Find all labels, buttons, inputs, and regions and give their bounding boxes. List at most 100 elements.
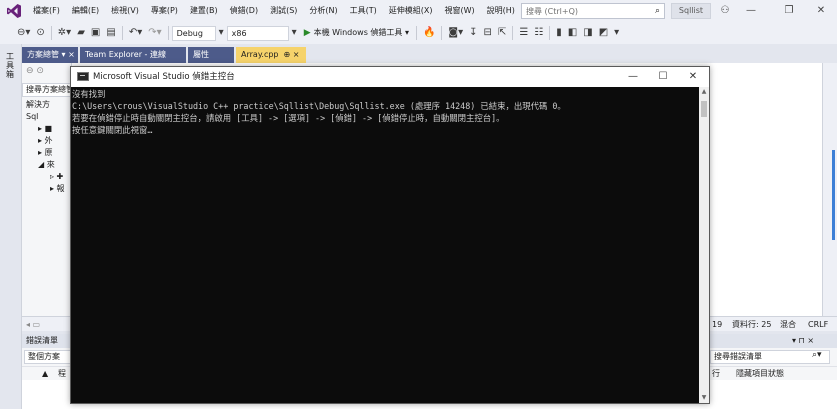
line-ending-indicator[interactable]: CRLF bbox=[808, 317, 828, 332]
tree-item[interactable]: ◢ 來 bbox=[38, 159, 55, 171]
chevron-down-icon[interactable]: ▾ bbox=[289, 22, 300, 44]
console-close-button[interactable]: ✕ bbox=[678, 67, 708, 87]
play-icon: ▶ bbox=[303, 28, 311, 38]
toolbar-separator bbox=[50, 26, 52, 40]
back-navigation-icon[interactable]: ⊖▾ bbox=[14, 22, 33, 44]
minimize-button[interactable]: — bbox=[738, 0, 764, 22]
console-title: Microsoft Visual Studio 偵錯主控台 bbox=[93, 72, 235, 82]
console-output[interactable]: 沒有找到 C:\Users\crous\VisualStudio C++ pra… bbox=[71, 87, 699, 403]
visual-studio-logo-icon[interactable] bbox=[6, 3, 22, 19]
toolbar-separator bbox=[121, 26, 123, 40]
previous-bookmark-icon[interactable]: ◧ bbox=[565, 22, 580, 44]
console-title-bar[interactable]: Microsoft Visual Studio 偵錯主控台 — ☐ ✕ bbox=[71, 67, 709, 87]
tree-item[interactable]: Sql bbox=[26, 111, 38, 123]
tree-item[interactable]: 解決方 bbox=[26, 99, 50, 111]
debug-console-window[interactable]: Microsoft Visual Studio 偵錯主控台 — ☐ ✕ 沒有找到… bbox=[70, 66, 710, 404]
forward-navigation-icon[interactable]: ⊙ bbox=[33, 22, 47, 44]
tab-close-icon[interactable]: ⊕ × bbox=[284, 50, 300, 59]
platform-dropdown[interactable]: x86 bbox=[226, 25, 289, 41]
open-file-icon[interactable]: ▰ bbox=[74, 22, 88, 44]
column-header-code[interactable]: 程 bbox=[58, 367, 66, 381]
next-bookmark-icon[interactable]: ◨ bbox=[580, 22, 595, 44]
menu-view[interactable]: 檢視(V) bbox=[105, 0, 145, 22]
undo-icon[interactable]: ↶▾ bbox=[126, 22, 145, 44]
indent-mode-indicator[interactable]: 混合 bbox=[780, 317, 796, 332]
console-line: 若要在偵錯停止時自動關閉主控台，請啟用 [工具] -> [選項] -> [偵錯]… bbox=[72, 113, 505, 123]
horizontal-scroll-left-icon[interactable]: ◂ ▭ bbox=[26, 317, 40, 332]
toolbox-label: 工具箱 bbox=[6, 52, 14, 79]
column-indicator: 資料行: 25 bbox=[732, 320, 772, 329]
step-out-icon[interactable]: ⇱ bbox=[495, 22, 509, 44]
standard-toolbar: ⊖▾ ⊙ ✲▾ ▰ ▣ ▤ ↶▾ ↷▾ Debug ▾ x86 ▾ ▶ 本機 Wi… bbox=[0, 22, 837, 44]
line-indicator: 19 bbox=[712, 320, 723, 329]
menu-debug[interactable]: 偵錯(D) bbox=[224, 0, 264, 22]
column-header-line[interactable]: 行 bbox=[712, 367, 720, 381]
toolbar-separator bbox=[549, 26, 551, 40]
configuration-dropdown[interactable]: Debug bbox=[171, 25, 216, 41]
run-button-label: 本機 Windows 偵錯工具 bbox=[313, 28, 403, 37]
configuration-value: Debug bbox=[176, 28, 203, 38]
save-all-icon[interactable]: ▤ bbox=[103, 22, 118, 44]
quick-launch-search[interactable]: 搜尋 (Ctrl+Q) ⌕ bbox=[521, 3, 665, 19]
tree-item[interactable]: ▹ ✚ bbox=[50, 171, 63, 183]
scroll-down-icon[interactable]: ▼ bbox=[699, 393, 709, 403]
menu-test[interactable]: 測試(S) bbox=[264, 0, 303, 22]
error-list-title: 錯誤清單 bbox=[26, 336, 58, 345]
document-tabs: 方案總管 ▾ × Team Explorer - 連線 屬性 Array.cpp… bbox=[22, 47, 837, 63]
live-share-icon[interactable]: ⚇ bbox=[712, 0, 738, 22]
tab-solution-explorer[interactable]: 方案總管 ▾ × bbox=[22, 47, 78, 63]
console-line: C:\Users\crous\VisualStudio C++ practice… bbox=[72, 101, 566, 111]
toolbar-separator bbox=[167, 26, 169, 40]
sol-nav-buttons[interactable]: ⊖ ⊙ bbox=[26, 66, 44, 76]
menu-build[interactable]: 建置(B) bbox=[184, 0, 224, 22]
menu-window[interactable]: 視窗(W) bbox=[439, 0, 481, 22]
clear-bookmarks-icon[interactable]: ◩ bbox=[596, 22, 611, 44]
tree-item[interactable]: ▸ 外 bbox=[38, 135, 53, 147]
tab-properties[interactable]: 屬性 bbox=[188, 47, 234, 63]
comment-icon[interactable]: ☰ bbox=[516, 22, 531, 44]
solution-explorer-search[interactable]: 搜尋方案總管 bbox=[22, 83, 72, 97]
start-debugging-button[interactable]: ▶ 本機 Windows 偵錯工具 ▾ bbox=[300, 22, 413, 44]
menu-project[interactable]: 專案(P) bbox=[145, 0, 184, 22]
toolbar-overflow-icon[interactable]: ▾ bbox=[611, 22, 622, 44]
menu-edit[interactable]: 編輯(E) bbox=[66, 0, 105, 22]
new-project-icon[interactable]: ✲▾ bbox=[55, 22, 74, 44]
tab-array-cpp[interactable]: Array.cpp ⊕ × bbox=[236, 47, 306, 63]
tree-item[interactable]: ▸ ■ bbox=[38, 123, 52, 135]
restore-button[interactable]: ❐ bbox=[776, 0, 802, 22]
column-header-suppression[interactable]: 隱藏項目狀態 bbox=[736, 367, 784, 381]
scrollbar-thumb[interactable] bbox=[701, 101, 707, 117]
step-over-icon[interactable]: ⊟ bbox=[481, 22, 495, 44]
redo-icon[interactable]: ↷▾ bbox=[145, 22, 164, 44]
chevron-down-icon[interactable]: ▾ bbox=[216, 22, 227, 44]
menu-tools[interactable]: 工具(T) bbox=[344, 0, 383, 22]
tab-team-explorer[interactable]: Team Explorer - 連線 bbox=[80, 47, 186, 63]
bookmark-icon[interactable]: ▮ bbox=[553, 22, 565, 44]
console-scrollbar[interactable]: ▲ ▼ bbox=[699, 87, 709, 403]
toolbar-separator bbox=[512, 26, 514, 40]
uncomment-icon[interactable]: ☷ bbox=[531, 22, 546, 44]
toolbox-strip[interactable]: 工具箱 bbox=[0, 44, 22, 409]
toolbar-separator bbox=[441, 26, 443, 40]
menu-analyze[interactable]: 分析(N) bbox=[303, 0, 343, 22]
search-icon[interactable]: ⌕▾ bbox=[812, 350, 822, 360]
console-app-icon bbox=[77, 72, 89, 81]
sort-indicator-icon[interactable]: ▲ bbox=[42, 367, 48, 381]
tree-item[interactable]: ▸ 原 bbox=[38, 147, 53, 159]
step-into-icon[interactable]: ↧ bbox=[466, 22, 480, 44]
title-bar: 檔案(F) 編輯(E) 檢視(V) 專案(P) 建置(B) 偵錯(D) 測試(S… bbox=[0, 0, 837, 22]
camera-icon[interactable]: ◙▾ bbox=[445, 22, 466, 44]
save-icon[interactable]: ▣ bbox=[88, 22, 103, 44]
menu-extensions[interactable]: 延伸模組(X) bbox=[383, 0, 439, 22]
panel-controls[interactable]: ▾ ⊓ × bbox=[792, 334, 814, 348]
search-icon: ⌕ bbox=[654, 6, 660, 16]
menu-help[interactable]: 說明(H) bbox=[481, 0, 521, 22]
console-maximize-button[interactable]: ☐ bbox=[648, 67, 678, 87]
scroll-up-icon[interactable]: ▲ bbox=[699, 87, 709, 97]
solution-name-badge: Sqllist bbox=[671, 3, 711, 19]
menu-file[interactable]: 檔案(F) bbox=[27, 0, 66, 22]
console-minimize-button[interactable]: — bbox=[618, 67, 648, 87]
hot-reload-icon[interactable]: 🔥 bbox=[420, 22, 438, 44]
close-button[interactable]: ✕ bbox=[808, 0, 834, 22]
tree-item[interactable]: ▸ 報 bbox=[50, 183, 65, 195]
